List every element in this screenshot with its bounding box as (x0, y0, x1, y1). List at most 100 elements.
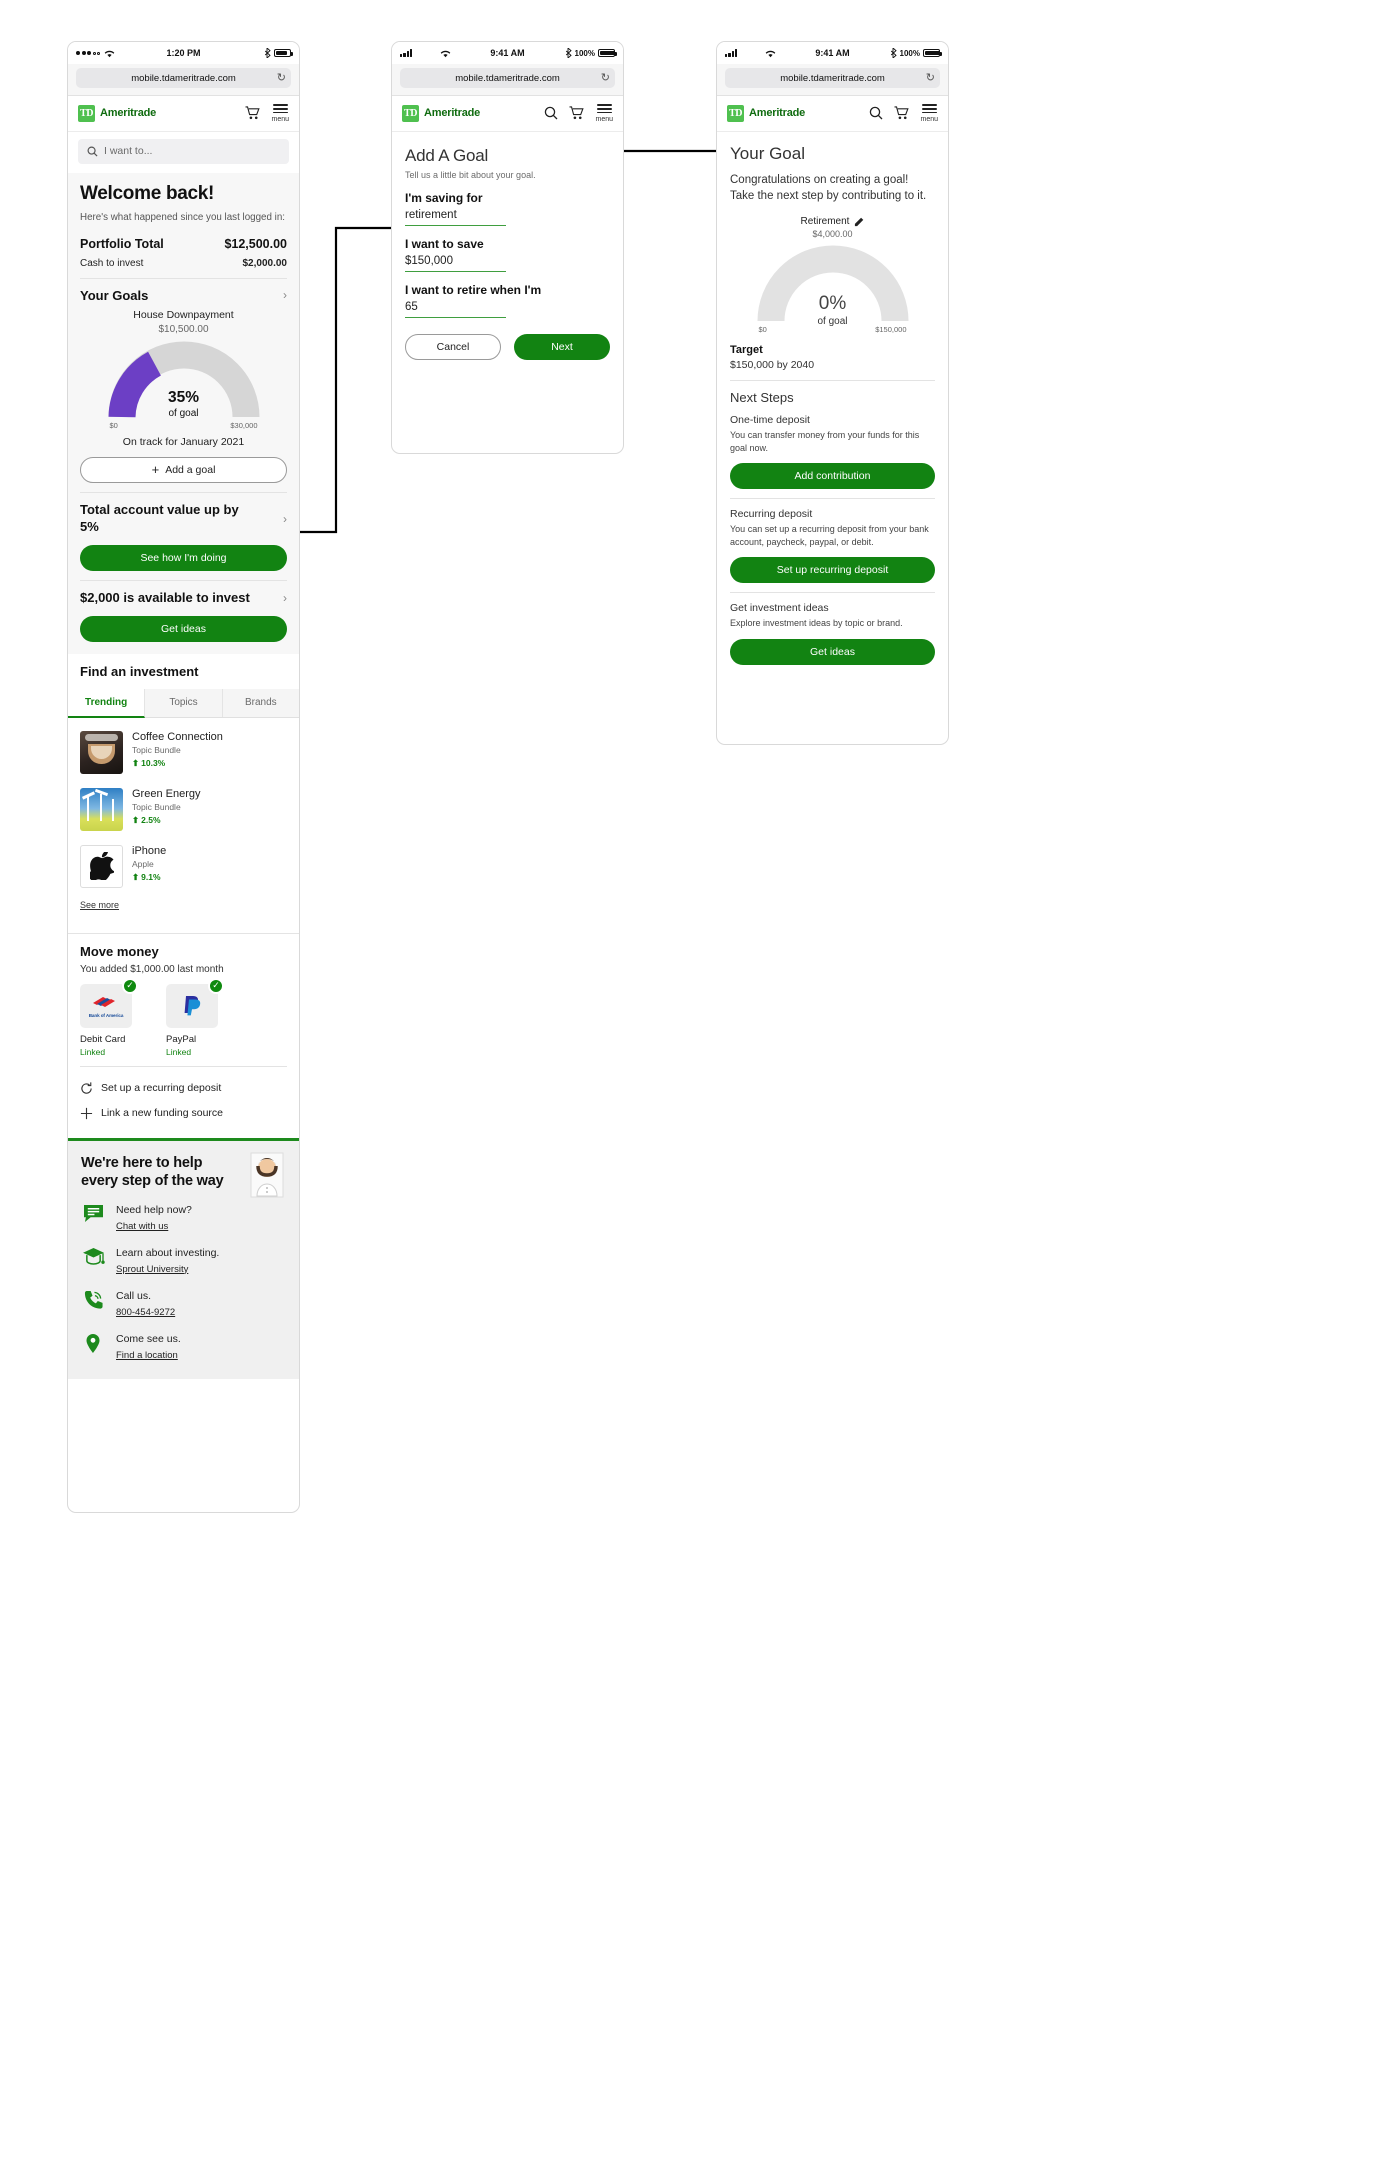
url-text: mobile.tdameritrade.com (780, 72, 885, 84)
item-change: ⬆ 9.1% (132, 872, 166, 883)
brand-name: Ameritrade (424, 107, 481, 120)
help-row-chat[interactable]: Need help now? Chat with us (81, 1204, 286, 1234)
recurring-label: Set up a recurring deposit (101, 1082, 222, 1094)
add-goal-form: Add A Goal Tell us a little bit about yo… (392, 131, 623, 376)
cancel-label: Cancel (436, 340, 470, 353)
list-item[interactable]: Green Energy Topic Bundle ⬆ 2.5% (80, 781, 287, 838)
search-placeholder: I want to... (104, 145, 153, 158)
bluetooth-icon (890, 48, 897, 58)
help-link[interactable]: Find a location (116, 1350, 178, 1361)
item-change: ⬆ 10.3% (132, 758, 223, 769)
td-ameritrade-logo[interactable]: TD Ameritrade (402, 104, 481, 122)
portfolio-total-row: Portfolio Total $12,500.00 (80, 237, 287, 251)
search-icon[interactable] (869, 106, 883, 120)
see-more-link[interactable]: See more (80, 900, 119, 910)
menu-icon[interactable]: menu (920, 104, 938, 123)
status-bar: 1:20 PM (68, 42, 299, 64)
chevron-right-icon[interactable]: › (283, 591, 287, 605)
chevron-right-icon[interactable]: › (283, 512, 287, 526)
help-title: Need help now? (116, 1203, 192, 1216)
arrow-up-icon: ⬆ (132, 814, 140, 825)
brand-name: Ameritrade (100, 107, 157, 120)
help-link[interactable]: Sprout University (116, 1264, 188, 1275)
welcome-panel: Welcome back! Here's what happened since… (68, 172, 299, 654)
menu-icon[interactable]: menu (595, 104, 613, 123)
td-ameritrade-logo[interactable]: TD Ameritrade (727, 104, 805, 122)
list-item[interactable]: Coffee Connection Topic Bundle ⬆ 10.3% (80, 724, 287, 781)
help-row-learn[interactable]: Learn about investing. Sprout University (81, 1247, 286, 1277)
help-link[interactable]: 800-454-9272 (116, 1307, 175, 1318)
tab-brands[interactable]: Brands (222, 688, 299, 717)
search-icon (87, 146, 98, 157)
tab-topics[interactable]: Topics (145, 688, 223, 717)
next-button[interactable]: Next (514, 333, 610, 360)
help-link[interactable]: Chat with us (116, 1221, 168, 1232)
reload-icon[interactable]: ↻ (277, 72, 286, 84)
available-to-invest-header[interactable]: $2,000 is available to invest › (80, 590, 287, 607)
funding-name: PayPal (166, 1033, 197, 1045)
goal-amount: $4,000.00 (812, 229, 853, 240)
item-name: Green Energy (132, 787, 201, 800)
battery-percent: 100% (899, 48, 920, 58)
funding-source-debit-card[interactable]: Bank of America ✓ Debit Card Linked (80, 977, 138, 1057)
chat-icon (81, 1204, 105, 1223)
step-desc: You can set up a recurring deposit from … (730, 524, 929, 548)
your-goals-header[interactable]: Your Goals › (80, 288, 287, 303)
header-icons: menu (245, 104, 289, 123)
url-field[interactable]: mobile.tdameritrade.com ↻ (725, 68, 940, 88)
browser-url-bar[interactable]: mobile.tdameritrade.com ↻ (392, 64, 623, 96)
step-one-time-deposit: One-time deposit You can transfer money … (730, 414, 935, 490)
menu-label: menu (920, 115, 938, 123)
search-input[interactable]: I want to... (78, 138, 289, 164)
gauge-graphic: 0% of goal (757, 245, 909, 327)
add-contribution-button[interactable]: Add contribution (730, 463, 935, 490)
setup-recurring-deposit-button[interactable]: Set up recurring deposit (730, 557, 935, 584)
your-goals-title: Your Goals (80, 287, 149, 303)
form-actions: Cancel Next (405, 333, 610, 360)
tab-trending[interactable]: Trending (68, 688, 146, 718)
portfolio-total-label: Portfolio Total (80, 236, 164, 251)
cart-icon[interactable] (894, 106, 910, 120)
see-how-im-doing-button[interactable]: See how I'm doing (80, 544, 287, 571)
find-investment-panel: Find an investment (68, 653, 299, 689)
search-icon[interactable] (544, 106, 558, 120)
account-value-header[interactable]: Total account value up by 5% › (80, 502, 287, 536)
recurring-icon (81, 1081, 92, 1094)
cancel-button[interactable]: Cancel (405, 333, 502, 360)
browser-url-bar[interactable]: mobile.tdameritrade.com ↻ (717, 64, 948, 96)
want-to-save-input[interactable]: $150,000 (405, 251, 506, 272)
saving-for-input[interactable]: retirement (405, 205, 506, 226)
reload-icon[interactable]: ↻ (926, 72, 935, 84)
retire-age-input[interactable]: 65 (405, 297, 506, 318)
get-ideas-button[interactable]: Get ideas (730, 638, 935, 665)
get-ideas-label: Get ideas (161, 622, 206, 635)
status-bar: 9:41 AM 100% (717, 42, 948, 64)
page-title: Your Goal (730, 143, 805, 163)
url-field[interactable]: mobile.tdameritrade.com ↻ (76, 68, 291, 88)
form-subtitle: Tell us a little bit about your goal. (405, 169, 536, 180)
chevron-right-icon[interactable]: › (283, 288, 287, 302)
browser-url-bar[interactable]: mobile.tdameritrade.com ↻ (68, 64, 299, 96)
setup-recurring-deposit-link[interactable]: Set up a recurring deposit (80, 1076, 287, 1101)
reload-icon[interactable]: ↻ (601, 72, 610, 84)
divider (80, 491, 287, 493)
arrow-up-icon: ⬆ (132, 757, 140, 768)
menu-icon[interactable]: menu (271, 104, 289, 123)
td-ameritrade-logo[interactable]: TD Ameritrade (78, 104, 157, 122)
help-row-call[interactable]: Call us. 800-454-9272 (81, 1290, 286, 1320)
url-field[interactable]: mobile.tdameritrade.com ↻ (400, 68, 615, 88)
help-heading: We're here to help every step of the way (81, 1154, 224, 1190)
td-mark: TD (402, 104, 419, 122)
link-funding-source-link[interactable]: Link a new funding source (80, 1101, 287, 1126)
cart-icon[interactable] (245, 106, 261, 120)
help-row-location[interactable]: Come see us. Find a location (81, 1333, 286, 1363)
divider (730, 380, 935, 382)
battery-icon (598, 49, 617, 57)
add-goal-button[interactable]: + Add a goal (80, 456, 287, 483)
get-ideas-button[interactable]: Get ideas (80, 615, 287, 642)
edit-pencil-icon[interactable] (854, 217, 864, 227)
list-item[interactable]: iPhone Apple ⬆ 9.1% (80, 838, 287, 895)
funding-source-paypal[interactable]: ✓ PayPal Linked (166, 977, 224, 1057)
battery-icon (274, 49, 293, 57)
cart-icon[interactable] (569, 106, 585, 120)
